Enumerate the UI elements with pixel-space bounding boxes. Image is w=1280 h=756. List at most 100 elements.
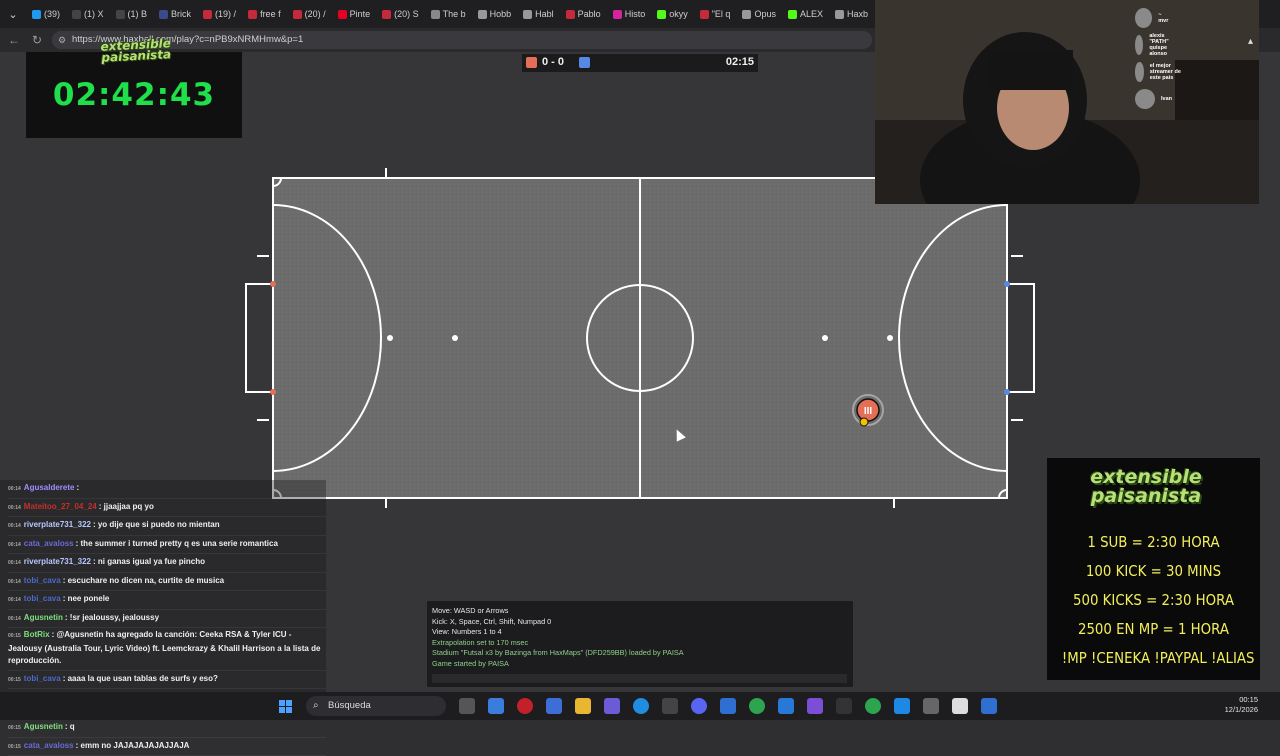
system-clock[interactable]: 00:15 12/1/2026	[1225, 695, 1258, 715]
browser-tab[interactable]: Haxb	[829, 0, 874, 28]
webcam-chat-name: Ivan	[1161, 96, 1172, 102]
tab-label: Habl	[535, 9, 554, 19]
chat-message: 00:14Agusalderete:	[8, 480, 326, 499]
tab-favicon-icon	[700, 10, 709, 19]
chat-username[interactable]: Mateitoo_27_04_24	[24, 502, 97, 511]
site-info-icon[interactable]: ⚙	[58, 31, 66, 49]
discord-icon[interactable]	[691, 698, 707, 714]
browser-tab[interactable]: Hobb	[472, 0, 518, 28]
chat-username[interactable]: Agusalderete	[24, 483, 75, 492]
chat-timestamp: 00:14	[8, 616, 21, 622]
copilot-icon[interactable]	[488, 698, 504, 714]
right-second-spot	[822, 335, 828, 341]
promo-line: 2500 EN MP = 1 HORA	[1062, 615, 1245, 644]
chat-username[interactable]: cata_avaloss	[24, 741, 74, 750]
left-penalty-spot	[387, 335, 393, 341]
chat-username[interactable]: riverplate731_322	[24, 520, 91, 529]
avatar	[1135, 62, 1144, 82]
browser-tab[interactable]: free f	[242, 0, 287, 28]
opera-icon[interactable]	[517, 698, 533, 714]
settings-gear-icon[interactable]	[662, 698, 678, 714]
tab-favicon-icon	[72, 10, 81, 19]
browser-tab[interactable]: (1) B	[110, 0, 154, 28]
chat-text: : escuchare no dicen na, curtite de musi…	[63, 576, 224, 585]
windows-start-icon[interactable]	[279, 700, 292, 713]
file-explorer-icon[interactable]	[575, 698, 591, 714]
chat-username[interactable]: tobi_cava	[24, 576, 61, 585]
app-icon[interactable]	[807, 698, 823, 714]
browser-tab[interactable]: Histo	[607, 0, 652, 28]
chat-username[interactable]: cata_avaloss	[24, 539, 74, 548]
pen-icon[interactable]	[604, 698, 620, 714]
gear-icon[interactable]	[923, 698, 939, 714]
chat-message: 00:14tobi_cava: nee ponele	[8, 591, 326, 610]
scroll-up-icon[interactable]: ▴	[1248, 36, 1253, 47]
browser-tab[interactable]: Brick	[153, 0, 197, 28]
search-icon: ⌕	[313, 696, 319, 716]
chat-username[interactable]: Agusnetin	[24, 722, 63, 731]
browser-tab[interactable]: The b	[425, 0, 472, 28]
chat-text: : ni ganas igual ya fue pincho	[93, 557, 205, 566]
browser-tab[interactable]: Pablo	[560, 0, 607, 28]
chat-username[interactable]: tobi_cava	[24, 674, 61, 683]
reload-icon[interactable]: ↻	[32, 33, 42, 47]
chrome-profile-icon[interactable]	[865, 698, 881, 714]
taskbar-search[interactable]: ⌕ Búsqueda	[306, 696, 446, 716]
chat-username[interactable]: riverplate731_322	[24, 557, 91, 566]
task-view-icon[interactable]	[459, 698, 475, 714]
ball	[860, 418, 868, 426]
terminal-icon[interactable]	[836, 698, 852, 714]
browser-tab[interactable]: Habl	[517, 0, 560, 28]
tab-favicon-icon	[382, 10, 391, 19]
browser-tab[interactable]: (20) S	[376, 0, 425, 28]
browser-tab[interactable]: ALEX	[782, 0, 829, 28]
tab-search-chevron-icon[interactable]: ⌄	[0, 8, 26, 21]
browser-tab[interactable]: (19) /	[197, 0, 242, 28]
tab-favicon-icon	[478, 10, 487, 19]
chat-text: : yo dije que si puedo no mientan	[93, 520, 220, 529]
browser-tab[interactable]: (1) X	[66, 0, 110, 28]
tab-favicon-icon	[566, 10, 575, 19]
photos-icon[interactable]	[952, 698, 968, 714]
score: 0 - 0	[542, 56, 564, 68]
browser-tab[interactable]: (20) /	[287, 0, 332, 28]
browser-tab[interactable]: Pinte	[332, 0, 377, 28]
game-chat-log: Move: WASD or ArrowsKick: X, Space, Ctrl…	[427, 601, 853, 687]
notepad-icon[interactable]	[778, 698, 794, 714]
browser-tab[interactable]: "El q	[694, 0, 737, 28]
chat-timestamp: 00:14	[8, 597, 21, 603]
chat-username[interactable]: BotRix	[24, 630, 50, 639]
tab-favicon-icon	[116, 10, 125, 19]
tab-label: Brick	[171, 9, 191, 19]
chat-username[interactable]: tobi_cava	[24, 594, 61, 603]
tab-favicon-icon	[742, 10, 751, 19]
promo-panel: extensible paisanista 1 SUB = 2:30 HORA1…	[1047, 458, 1260, 680]
tab-label: Haxb	[847, 9, 868, 19]
game-log-lines: Move: WASD or ArrowsKick: X, Space, Ctrl…	[432, 606, 848, 669]
chat-timestamp: 00:14	[8, 579, 21, 585]
webcam-chat-row: ~ mvr	[1135, 8, 1171, 28]
chat-timestamp: 00:14	[8, 523, 21, 529]
tab-favicon-icon	[431, 10, 440, 19]
webcam-chat-row: alexis "PATH" quispe alonso	[1135, 35, 1180, 55]
clock-date: 12/1/2026	[1225, 705, 1258, 715]
browser-tab[interactable]: Opus	[736, 0, 782, 28]
tab-label: Opus	[754, 9, 776, 19]
browser-tab[interactable]: (39)	[26, 0, 66, 28]
calculator-icon[interactable]	[546, 698, 562, 714]
chrome-icon[interactable]	[749, 698, 765, 714]
browser-tab[interactable]: okyy	[651, 0, 694, 28]
chat-username[interactable]: Agusnetin	[24, 613, 63, 622]
mail-icon[interactable]	[720, 698, 736, 714]
tab-favicon-icon	[32, 10, 41, 19]
right-penalty-spot	[887, 335, 893, 341]
chat-text: : nee ponele	[63, 594, 110, 603]
game-chat-input[interactable]	[432, 674, 847, 683]
chat-timestamp: 00:15	[8, 633, 21, 639]
chat-timestamp: 00:15	[8, 677, 21, 683]
edge-icon[interactable]	[633, 698, 649, 714]
back-arrow-icon[interactable]: ←	[8, 33, 20, 47]
webcam-overlay: ~ mvralexis "PATH" quispe alonsoel mejor…	[875, 0, 1259, 204]
files-icon[interactable]	[981, 698, 997, 714]
paint-icon[interactable]	[894, 698, 910, 714]
